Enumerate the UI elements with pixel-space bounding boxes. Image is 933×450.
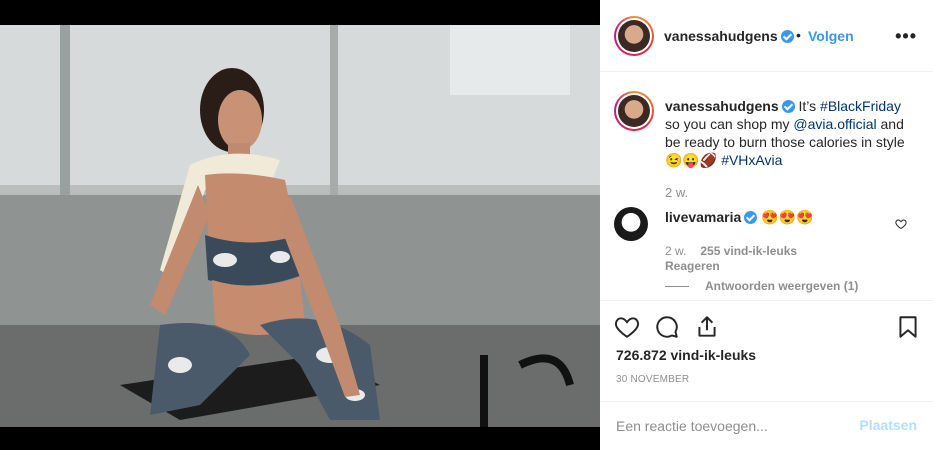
- likes-count[interactable]: 726.872 vind-ik-leuks: [616, 347, 756, 363]
- comment-like-heart-icon[interactable]: [895, 218, 907, 230]
- caption-text-part: so you can shop my: [665, 116, 794, 132]
- commenter-avatar[interactable]: [614, 207, 648, 241]
- comment-likes[interactable]: 255 vind-ik-leuks: [700, 244, 797, 258]
- verified-icon: [744, 211, 758, 224]
- more-options-icon[interactable]: •••: [895, 26, 917, 47]
- share-icon[interactable]: [694, 314, 720, 340]
- post-comment-button[interactable]: Plaatsen: [859, 417, 917, 433]
- verified-icon: [780, 30, 794, 43]
- hashtag-link[interactable]: #VHxAvia: [721, 152, 782, 168]
- hashtag-link[interactable]: #BlackFriday: [820, 98, 901, 114]
- comment-bubble-icon[interactable]: [654, 314, 680, 340]
- commenter-username[interactable]: livevamaria: [665, 209, 741, 225]
- author-username[interactable]: vanessahudgens: [664, 28, 794, 44]
- view-replies-button[interactable]: Antwoorden weergeven (1): [665, 279, 858, 293]
- author-avatar[interactable]: [614, 16, 654, 56]
- post-photo-pane: [0, 0, 600, 450]
- separator-dot: •: [796, 27, 801, 43]
- like-heart-icon[interactable]: [614, 314, 640, 340]
- author-username-text[interactable]: vanessahudgens: [664, 28, 778, 44]
- caption-text: vanessahudgens It’s #BlackFriday so you …: [665, 97, 915, 169]
- comments-section: vanessahudgens It’s #BlackFriday so you …: [600, 73, 933, 303]
- caption-text-part: It’s: [794, 98, 821, 114]
- caption-avatar[interactable]: [614, 91, 654, 131]
- comment-body: 😍😍😍: [761, 209, 814, 225]
- photo-illustration: [0, 25, 600, 427]
- post-actions: 726.872 vind-ik-leuks 30 NOVEMBER: [600, 300, 933, 402]
- divider-line: [665, 286, 689, 288]
- verified-icon: [781, 100, 795, 113]
- comment-meta: 2 w. 255 vind-ik-leuks: [665, 244, 797, 258]
- caption-emojis: 😉😛🏈: [665, 152, 718, 168]
- comment-text: livevamaria 😍😍😍: [665, 208, 813, 226]
- reply-button[interactable]: Reageren: [665, 259, 720, 273]
- caption-username[interactable]: vanessahudgens: [665, 98, 779, 114]
- follow-button[interactable]: Volgen: [808, 28, 854, 44]
- mention-link[interactable]: @avia.official: [793, 116, 876, 132]
- add-comment-bar: Plaatsen: [600, 401, 933, 450]
- bookmark-icon[interactable]: [895, 314, 921, 340]
- post-photo[interactable]: [0, 25, 600, 427]
- comment-time[interactable]: 2 w.: [665, 244, 686, 258]
- post-header: vanessahudgens • Volgen •••: [600, 0, 933, 72]
- comment-input[interactable]: [616, 414, 846, 438]
- post-date[interactable]: 30 NOVEMBER: [616, 374, 689, 385]
- view-replies-label[interactable]: Antwoorden weergeven (1): [705, 279, 858, 293]
- post-side-panel: vanessahudgens • Volgen ••• vanessahudge…: [600, 0, 933, 450]
- caption-time[interactable]: 2 w.: [665, 185, 688, 200]
